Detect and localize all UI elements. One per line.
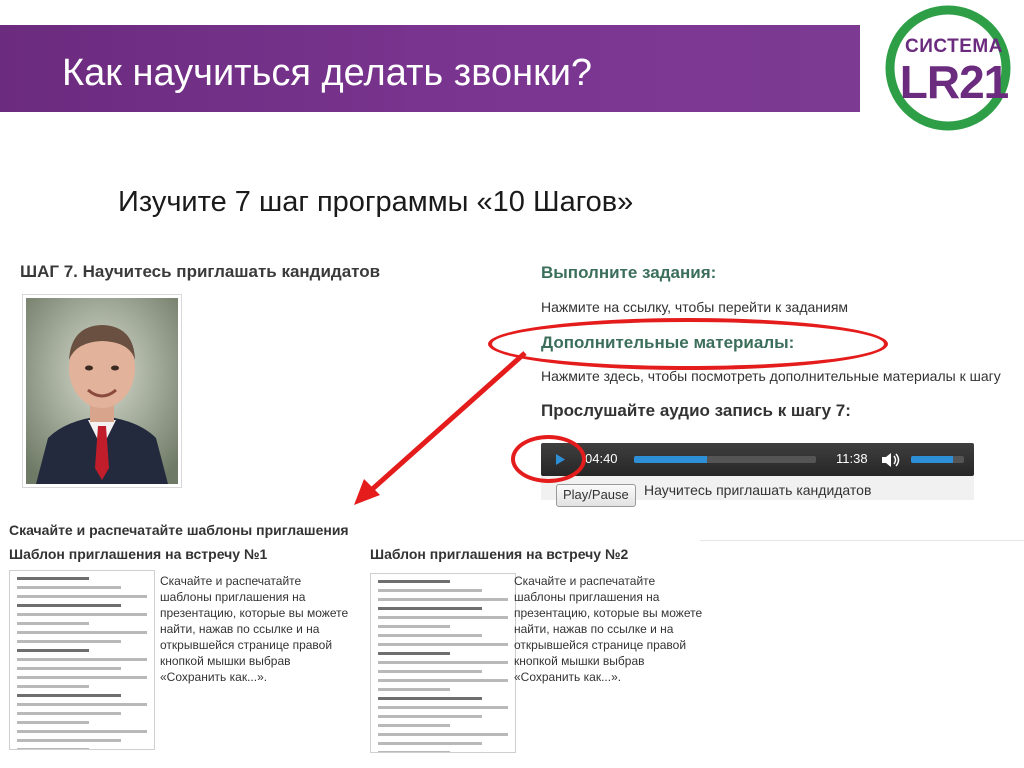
highlight-ellipse-materials bbox=[488, 318, 888, 370]
annotation-arrow-icon bbox=[354, 351, 527, 505]
template-2-heading[interactable]: Шаблон приглашения на встречу №2 bbox=[370, 546, 628, 562]
slide-title: Как научиться делать звонки? bbox=[62, 52, 593, 94]
step-title: ШАГ 7. Научитесь приглашать кандидатов bbox=[20, 262, 381, 281]
slide-subtitle: Изучите 7 шаг программы «10 Шагов» bbox=[118, 186, 634, 218]
audio-caption: Научитесь приглашать кандидатов bbox=[644, 482, 872, 498]
tasks-link[interactable]: Нажмите на ссылку, чтобы перейти к задан… bbox=[541, 299, 848, 315]
total-time: 11:38 bbox=[836, 451, 868, 466]
audio-heading: Прослушайте аудио запись к шагу 7: bbox=[541, 401, 851, 420]
tasks-heading: Выполните задания: bbox=[541, 263, 717, 282]
logo-text-main: LR21 bbox=[899, 56, 1009, 108]
templates-section-title: Скачайте и распечатайте шаблоны приглаше… bbox=[9, 522, 349, 538]
speaker-icon bbox=[882, 453, 900, 467]
play-pause-button[interactable]: Play/Pause bbox=[556, 484, 636, 507]
presenter-photo bbox=[22, 294, 182, 488]
template-2-preview[interactable] bbox=[370, 573, 516, 753]
template-2-description: Скачайте и распечатайте шаблоны приглаше… bbox=[514, 574, 703, 684]
seek-progress bbox=[634, 456, 707, 463]
person-portrait-icon bbox=[26, 298, 178, 484]
volume-slider[interactable] bbox=[911, 456, 964, 463]
audio-player: 04:40 11:38 bbox=[541, 443, 974, 476]
template-1-heading[interactable]: Шаблон приглашения на встречу №1 bbox=[9, 546, 267, 562]
volume-button[interactable] bbox=[881, 452, 901, 473]
materials-link[interactable]: Нажмите здесь, чтобы посмотреть дополнит… bbox=[541, 368, 1001, 384]
template-1-description: Скачайте и распечатайте шаблоны приглаше… bbox=[160, 574, 349, 684]
seek-bar[interactable] bbox=[634, 456, 816, 463]
volume-level bbox=[911, 456, 954, 463]
divider bbox=[700, 540, 1024, 541]
current-time: 04:40 bbox=[585, 451, 618, 466]
template-1-preview[interactable] bbox=[9, 570, 155, 750]
